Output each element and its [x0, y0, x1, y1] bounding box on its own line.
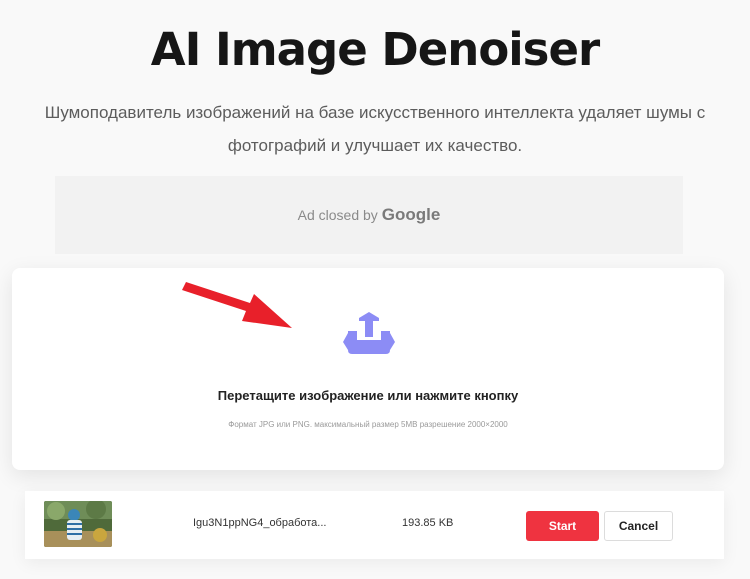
upload-icon[interactable]	[342, 312, 396, 358]
cancel-button[interactable]: Cancel	[604, 511, 673, 541]
start-button[interactable]: Start	[526, 511, 599, 541]
upload-dropzone[interactable]: Перетащите изображение или нажмите кнопк…	[12, 268, 724, 470]
file-item-row: Igu3N1ppNG4_обработа... 193.85 KB Start …	[25, 491, 724, 559]
ad-brand-logo: Google	[381, 205, 441, 224]
dropzone-title: Перетащите изображение или нажмите кнопк…	[217, 388, 519, 403]
ad-placeholder: Ad closed by Google	[55, 176, 683, 254]
file-size: 193.85 KB	[402, 517, 454, 529]
ad-closed-text: Ad closed by	[297, 207, 378, 223]
page-title: AI Image Denoiser	[150, 23, 600, 76]
file-thumbnail	[44, 501, 112, 547]
arrow-pointer-icon	[180, 280, 296, 332]
page-subtitle: Шумоподавитель изображений на базе искус…	[44, 103, 706, 155]
file-name: Igu3N1ppNG4_обработа...	[193, 517, 327, 529]
dropzone-hint: Формат JPG или PNG. максимальный размер …	[228, 420, 508, 429]
